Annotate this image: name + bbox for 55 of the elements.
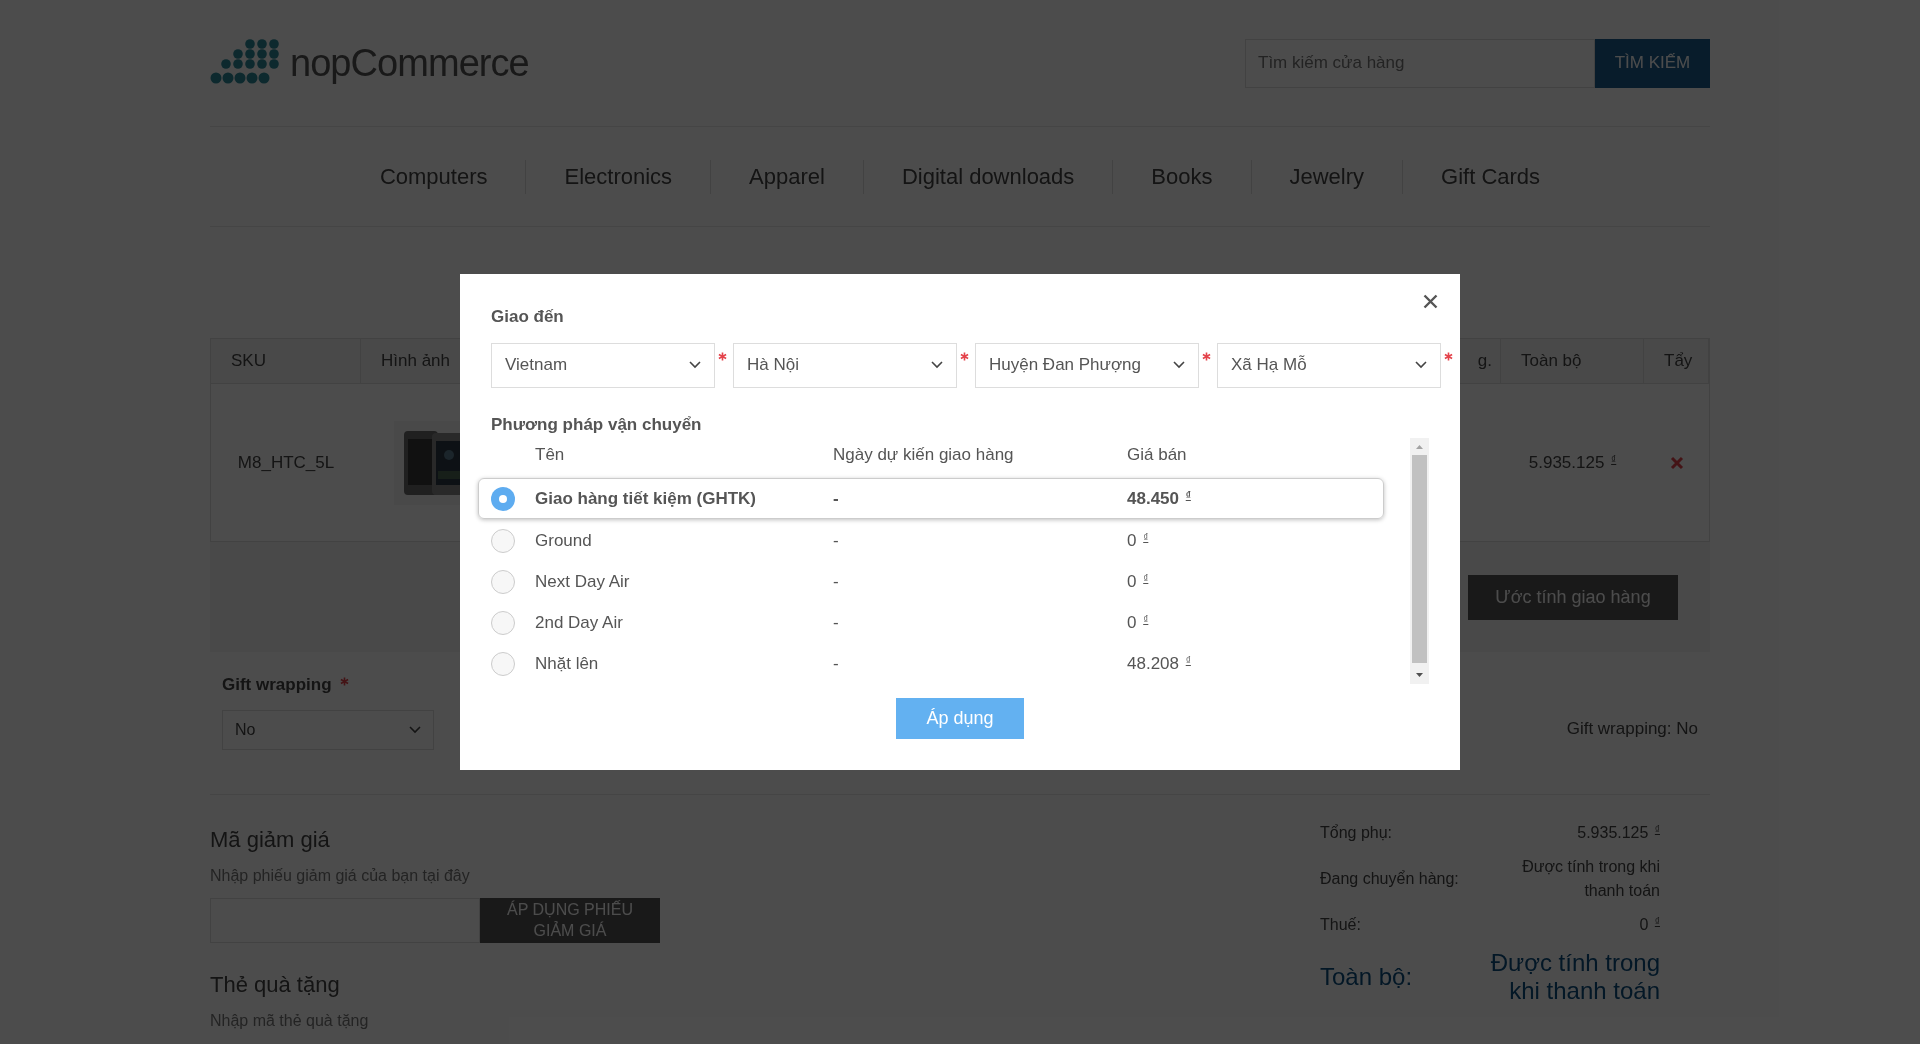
method-name: 2nd Day Air (535, 611, 623, 634)
scrollbar[interactable] (1410, 438, 1429, 684)
radio-button[interactable] (491, 569, 515, 594)
table-cell-text: - (833, 570, 840, 593)
total-label: Tổng phụ: (1320, 822, 1393, 843)
gift-wrapping-summary: Gift wrapping: No (1566, 718, 1698, 740)
shipping-method-row[interactable]: Ground - 0 $^{₫}$ (491, 520, 1384, 561)
shipping-method-row[interactable]: 2nd Day Air - 0 $^{₫}$ (491, 602, 1384, 643)
chevron-down-icon (1173, 361, 1185, 369)
table-cell-text: 48.450 $^{₫}$ (1127, 487, 1192, 510)
chevron-down-icon (931, 361, 943, 369)
table-cell-text: 0 $^{₫}$ (1127, 611, 1150, 634)
close-icon[interactable] (1423, 294, 1438, 309)
shipping-method-row[interactable]: Next Day Air - 0 $^{₫}$ (491, 561, 1384, 602)
method-name: Nhặt lên (535, 652, 599, 675)
chevron-down-icon (689, 361, 701, 369)
table-cell-text: M8_HTC_5L (236, 451, 336, 474)
method-name: Giao hàng tiết kiệm (GHTK) (535, 487, 757, 510)
radio-button[interactable] (491, 651, 515, 676)
method-name: Ground (535, 529, 592, 552)
table-cell-text: 5.935.125 $^{₫}$ (1527, 451, 1618, 474)
radio-button[interactable] (491, 610, 515, 635)
section-title: Thẻ quà tặng (210, 970, 341, 999)
total-value: Được tính trong khi thanh toán (1521, 856, 1660, 901)
radio-button[interactable] (491, 528, 515, 553)
radio-button[interactable] (491, 486, 515, 511)
total-label: Thuế: (1320, 914, 1361, 935)
column-header: Tên (534, 444, 566, 467)
address-select[interactable]: Huyện Đan Phượng (975, 342, 1199, 388)
address-select[interactable]: Xã Hạ Mỗ (1217, 342, 1441, 388)
shipping-method-row[interactable]: Giao hàng tiết kiệm (GHTK) - 48.450 $^{₫}$ (478, 478, 1384, 519)
table-cell-text: - (833, 529, 840, 552)
address-select[interactable]: Hà Nội (733, 342, 957, 388)
chevron-down-icon (1415, 361, 1427, 369)
section-title: Giao đến (491, 306, 565, 328)
total-value: 5.935.125 $^{₫}$ (1576, 822, 1660, 843)
table-cell-text: 48.208 $^{₫}$ (1127, 652, 1192, 675)
field-label: Gift wrapping (222, 674, 332, 696)
method-name: Next Day Air (535, 570, 630, 593)
table-cell-text: 0 $^{₫}$ (1127, 570, 1150, 593)
table-cell-text: - (833, 652, 840, 675)
total-value: Được tính trong khi thanh toán (1489, 948, 1660, 1005)
section-title: Phương pháp vận chuyển (491, 413, 703, 436)
apply-button[interactable]: Áp dụng (896, 698, 1024, 739)
table-cell-text: - (833, 611, 840, 634)
total-label: Đang chuyển hàng: (1320, 868, 1459, 889)
address-select[interactable]: Vietnam (491, 342, 715, 388)
column-header: Giá bán (1127, 444, 1188, 467)
table-cell-text: - (833, 487, 840, 510)
column-header: Ngày dự kiến giao hàng (833, 444, 1015, 467)
table-cell-text: 0 $^{₫}$ (1127, 529, 1150, 552)
shipping-method-row[interactable]: Nhặt lên - 48.208 $^{₫}$ (491, 643, 1384, 684)
total-value: 0 $^{₫}$ (1638, 914, 1660, 935)
total-label: Toàn bộ: (1320, 961, 1413, 992)
section-title: Mã giảm giá (210, 825, 331, 854)
